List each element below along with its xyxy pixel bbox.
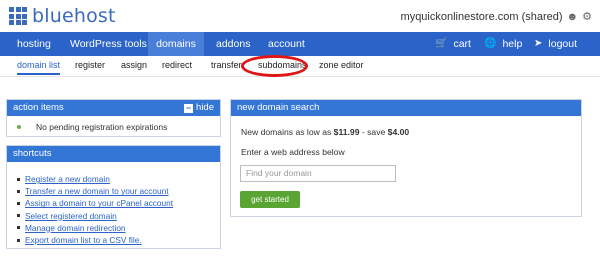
nav-cart-label: cart xyxy=(453,38,471,50)
domain-search-header: new domain search xyxy=(231,100,581,116)
shortcuts-list: Register a new domain Transfer a new dom… xyxy=(17,173,173,246)
get-started-button[interactable]: get started xyxy=(240,191,300,208)
list-item: Export domain list to a CSV file. xyxy=(17,234,173,246)
action-items-panel: action items − hide No pending registrat… xyxy=(6,99,221,137)
shortcuts-panel: shortcuts Register a new domain Transfer… xyxy=(6,145,221,249)
subnav-redirect[interactable]: redirect xyxy=(162,60,192,70)
list-item: Transfer a new domain to your account xyxy=(17,185,173,197)
hide-button[interactable]: − hide xyxy=(184,102,214,114)
status-dot-icon xyxy=(17,125,21,129)
shortcuts-header: shortcuts xyxy=(7,146,220,162)
save-text: - save xyxy=(359,127,388,137)
nav-cart[interactable]: 🛒 cart xyxy=(435,32,471,56)
subnav-subdomains[interactable]: subdomains xyxy=(258,60,307,70)
bullet-icon xyxy=(17,201,20,205)
bullet-icon xyxy=(17,238,20,242)
list-item: Register a new domain xyxy=(17,173,173,185)
list-item: Manage domain redirection xyxy=(17,222,173,234)
shortcuts-title: shortcuts xyxy=(13,148,52,159)
nav-item-domains[interactable]: domains xyxy=(148,32,204,56)
save-amount: $4.00 xyxy=(387,127,410,137)
shortcut-link[interactable]: Select registered domain xyxy=(25,211,117,221)
price-line: New domains as low as $11.99 - save $4.0… xyxy=(241,127,409,137)
hide-label: hide xyxy=(196,102,214,113)
gear-icon[interactable]: ⚙ xyxy=(582,10,592,23)
domain-search-input[interactable]: Find your domain xyxy=(240,165,396,182)
action-item-message: No pending registration expirations xyxy=(36,122,168,132)
account-label: myquickonlinestore.com (shared) xyxy=(400,10,563,23)
nav-item-wordpress-tools[interactable]: WordPress tools xyxy=(70,32,147,56)
shortcut-link[interactable]: Manage domain redirection xyxy=(25,223,126,233)
shortcut-link[interactable]: Export domain list to a CSV file. xyxy=(25,235,142,245)
list-item: Assign a domain to your cPanel account xyxy=(17,197,173,209)
subnav-domain-list[interactable]: domain list xyxy=(17,60,61,75)
minus-icon: − xyxy=(184,102,194,113)
subnav-assign[interactable]: assign xyxy=(121,60,147,70)
action-items-header: action items − hide xyxy=(7,100,220,116)
cart-icon: 🛒 xyxy=(435,38,448,49)
bullet-icon xyxy=(17,226,20,230)
nav-item-account[interactable]: account xyxy=(268,32,305,56)
subnav-register[interactable]: register xyxy=(75,60,105,70)
bullet-icon xyxy=(17,189,20,193)
brand-name: bluehost xyxy=(32,5,116,27)
action-items-title: action items xyxy=(13,102,64,113)
shortcut-link[interactable]: Assign a domain to your cPanel account xyxy=(25,198,173,208)
nav-logout-label: logout xyxy=(548,38,577,50)
nav-help[interactable]: 🌐 help xyxy=(484,32,522,56)
domain-search-title: new domain search xyxy=(237,102,320,113)
domain-search-panel: new domain search New domains as low as … xyxy=(230,99,582,217)
nav-item-addons[interactable]: addons xyxy=(216,32,250,56)
shortcut-link[interactable]: Register a new domain xyxy=(25,174,110,184)
grid-logo-icon xyxy=(9,7,27,25)
header: bluehost myquickonlinestore.com (shared)… xyxy=(0,0,600,32)
nav-logout[interactable]: ➤ logout xyxy=(534,32,577,56)
logout-icon: ➤ xyxy=(534,38,543,49)
globe-icon: 🌐 xyxy=(484,38,497,49)
sub-nav: domain list register assign redirect tra… xyxy=(0,56,600,77)
account-info: myquickonlinestore.com (shared) ☻ ⚙ xyxy=(400,10,592,24)
price-prefix: New domains as low as xyxy=(241,127,334,137)
bullet-icon xyxy=(17,177,20,181)
search-instruction: Enter a web address below xyxy=(241,147,345,157)
bluehost-logo[interactable]: bluehost xyxy=(9,6,116,26)
nav-help-label: help xyxy=(502,38,523,50)
bullet-icon xyxy=(17,214,20,218)
subnav-zone-editor[interactable]: zone editor xyxy=(319,60,364,70)
user-icon[interactable]: ☻ xyxy=(567,11,579,23)
primary-nav: hosting WordPress tools domains addons a… xyxy=(0,32,600,56)
list-item: Select registered domain xyxy=(17,210,173,222)
price-value: $11.99 xyxy=(333,127,360,137)
subnav-transfer[interactable]: transfer xyxy=(211,60,242,70)
nav-item-hosting[interactable]: hosting xyxy=(17,32,51,56)
action-item-row: No pending registration expirations xyxy=(17,122,167,132)
shortcut-link[interactable]: Transfer a new domain to your account xyxy=(25,186,169,196)
